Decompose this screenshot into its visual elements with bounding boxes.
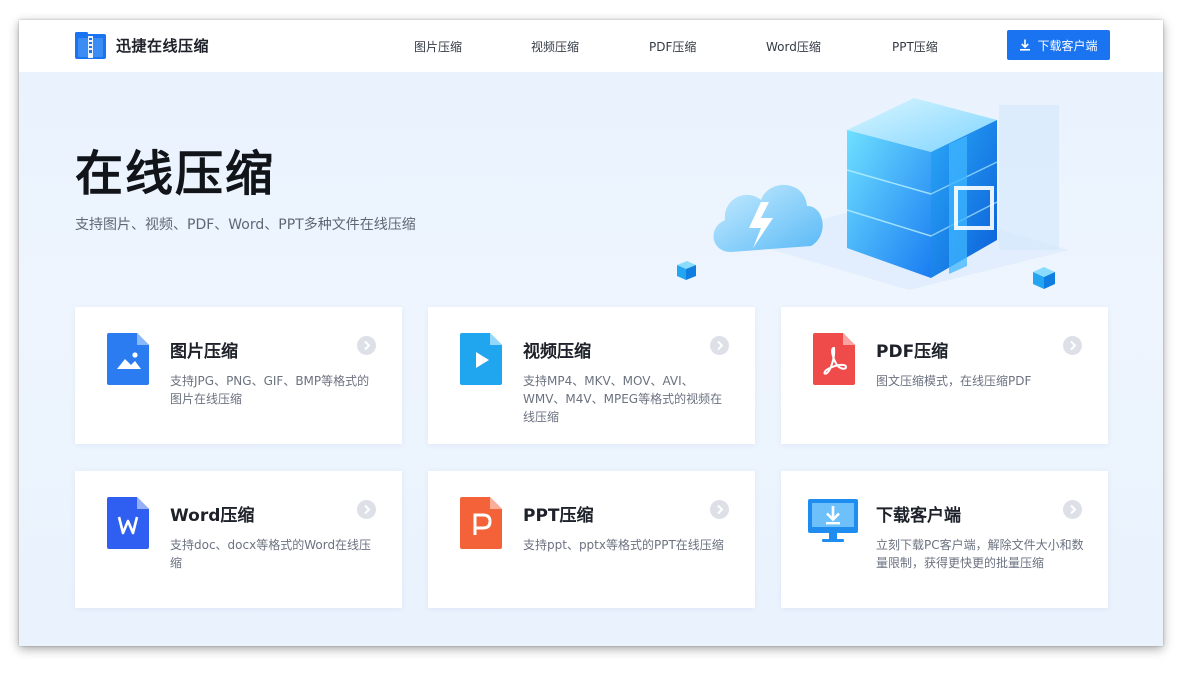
chevron-right-icon[interactable] bbox=[1063, 500, 1082, 519]
chevron-right-icon[interactable] bbox=[710, 336, 729, 355]
zip-folder-logo-icon[interactable] bbox=[75, 32, 106, 59]
nav-word-compress[interactable]: Word压缩 bbox=[766, 38, 821, 55]
ppt-file-icon bbox=[460, 497, 502, 549]
card-ppt-compress[interactable]: PPT压缩 支持ppt、pptx等格式的PPT在线压缩 bbox=[428, 471, 755, 608]
nav-video-compress[interactable]: 视频压缩 bbox=[531, 38, 579, 55]
card-download-client[interactable]: 下载客户端 立刻下载PC客户端，解除文件大小和数量限制，获得更快更的批量压缩 bbox=[781, 471, 1108, 608]
card-title: PDF压缩 bbox=[876, 342, 949, 362]
card-title: 下载客户端 bbox=[876, 506, 961, 526]
pdf-file-icon bbox=[813, 333, 855, 385]
card-description: 支持MP4、MKV、MOV、AVI、WMV、M4V、MPEG等格式的视频在线压缩 bbox=[523, 374, 723, 424]
hero-title: 在线压缩 bbox=[75, 146, 276, 202]
card-description: 图文压缩模式，在线压缩PDF bbox=[876, 374, 1032, 388]
card-video-compress[interactable]: 视频压缩 支持MP4、MKV、MOV、AVI、WMV、M4V、MPEG等格式的视… bbox=[428, 307, 755, 444]
card-description: 支持doc、docx等格式的Word在线压缩 bbox=[170, 538, 372, 570]
monitor-download-icon bbox=[808, 499, 858, 542]
hero-illustration bbox=[677, 98, 1069, 290]
chevron-right-icon[interactable] bbox=[1063, 336, 1082, 355]
card-title: 图片压缩 bbox=[170, 342, 238, 362]
card-description: 支持JPG、PNG、GIF、BMP等格式的图片在线压缩 bbox=[170, 374, 370, 406]
card-title: Word压缩 bbox=[170, 506, 255, 526]
nav-image-compress[interactable]: 图片压缩 bbox=[414, 38, 462, 55]
download-client-button[interactable]: 下载客户端 bbox=[1007, 30, 1110, 60]
card-description: 立刻下载PC客户端，解除文件大小和数量限制，获得更快更的批量压缩 bbox=[876, 538, 1084, 570]
download-icon bbox=[1020, 39, 1031, 51]
chevron-right-icon[interactable] bbox=[710, 500, 729, 519]
card-image-compress[interactable]: 图片压缩 支持JPG、PNG、GIF、BMP等格式的图片在线压缩 bbox=[75, 307, 402, 444]
card-title: 视频压缩 bbox=[523, 342, 591, 362]
chevron-right-icon[interactable] bbox=[357, 336, 376, 355]
app-window: 迅捷在线压缩 图片压缩 视频压缩 PDF压缩 Word压缩 PPT压缩 下载客户… bbox=[19, 20, 1163, 646]
nav-pdf-compress[interactable]: PDF压缩 bbox=[649, 38, 696, 55]
word-file-icon bbox=[107, 497, 149, 549]
card-description: 支持ppt、pptx等格式的PPT在线压缩 bbox=[523, 538, 724, 552]
card-title: PPT压缩 bbox=[523, 506, 594, 526]
nav-ppt-compress[interactable]: PPT压缩 bbox=[892, 38, 938, 55]
card-word-compress[interactable]: Word压缩 支持doc、docx等格式的Word在线压缩 bbox=[75, 471, 402, 608]
card-pdf-compress[interactable]: PDF压缩 图文压缩模式，在线压缩PDF bbox=[781, 307, 1108, 444]
top-navbar: 迅捷在线压缩 图片压缩 视频压缩 PDF压缩 Word压缩 PPT压缩 下载客户… bbox=[19, 20, 1163, 72]
download-client-label: 下载客户端 bbox=[1037, 38, 1098, 53]
hero-subtitle: 支持图片、视频、PDF、Word、PPT多种文件在线压缩 bbox=[75, 217, 416, 233]
image-file-icon bbox=[107, 333, 149, 385]
chevron-right-icon[interactable] bbox=[357, 500, 376, 519]
video-file-icon bbox=[460, 333, 502, 385]
brand-name[interactable]: 迅捷在线压缩 bbox=[116, 35, 209, 56]
